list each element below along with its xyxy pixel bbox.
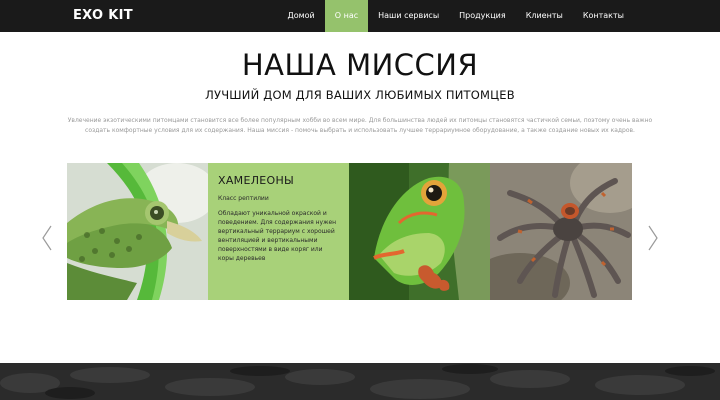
- nav-item-about[interactable]: О нас: [324, 0, 369, 32]
- navbar: EXO KIT Домой О нас Наши сервисы Продукц…: [0, 0, 720, 32]
- page-title: НАША МИССИЯ: [241, 48, 479, 82]
- card-description: Обладают уникальной окраской и поведение…: [218, 210, 337, 262]
- chameleon-image[interactable]: [67, 163, 208, 300]
- page-subtitle: ЛУЧШИЙ ДОМ ДЛЯ ВАШИХ ЛЮБИМЫХ ПИТОМЦЕВ: [205, 88, 515, 102]
- nav-menu: Домой О нас Наши сервисы Продукция Клиен…: [277, 0, 634, 32]
- brand-logo[interactable]: EXO KIT: [73, 0, 133, 32]
- carousel-next-button[interactable]: [646, 224, 660, 252]
- card-title: ХАМЕЛЕОНЫ: [218, 174, 295, 187]
- carousel-prev-button[interactable]: [40, 224, 54, 252]
- carousel: ХАМЕЛЕОНЫ Класс рептилии Обладают уникал…: [67, 163, 632, 300]
- nav-item-home[interactable]: Домой: [277, 0, 324, 32]
- nav-item-services[interactable]: Наши сервисы: [368, 0, 449, 32]
- tarantula-image[interactable]: [490, 163, 632, 300]
- mission-description: Увлечение экзотическими питомцами станов…: [67, 117, 653, 134]
- chameleons-card[interactable]: ХАМЕЛЕОНЫ Класс рептилии Обладают уникал…: [208, 163, 349, 300]
- nav-item-products[interactable]: Продукция: [449, 0, 516, 32]
- footer-background-image: [0, 363, 720, 400]
- gecko-image[interactable]: [349, 163, 490, 300]
- nav-item-contacts[interactable]: Контакты: [573, 0, 634, 32]
- chevron-left-icon: [42, 225, 52, 251]
- nav-item-clients[interactable]: Клиенты: [516, 0, 573, 32]
- card-subtitle: Класс рептилии: [218, 195, 269, 202]
- chevron-right-icon: [648, 225, 658, 251]
